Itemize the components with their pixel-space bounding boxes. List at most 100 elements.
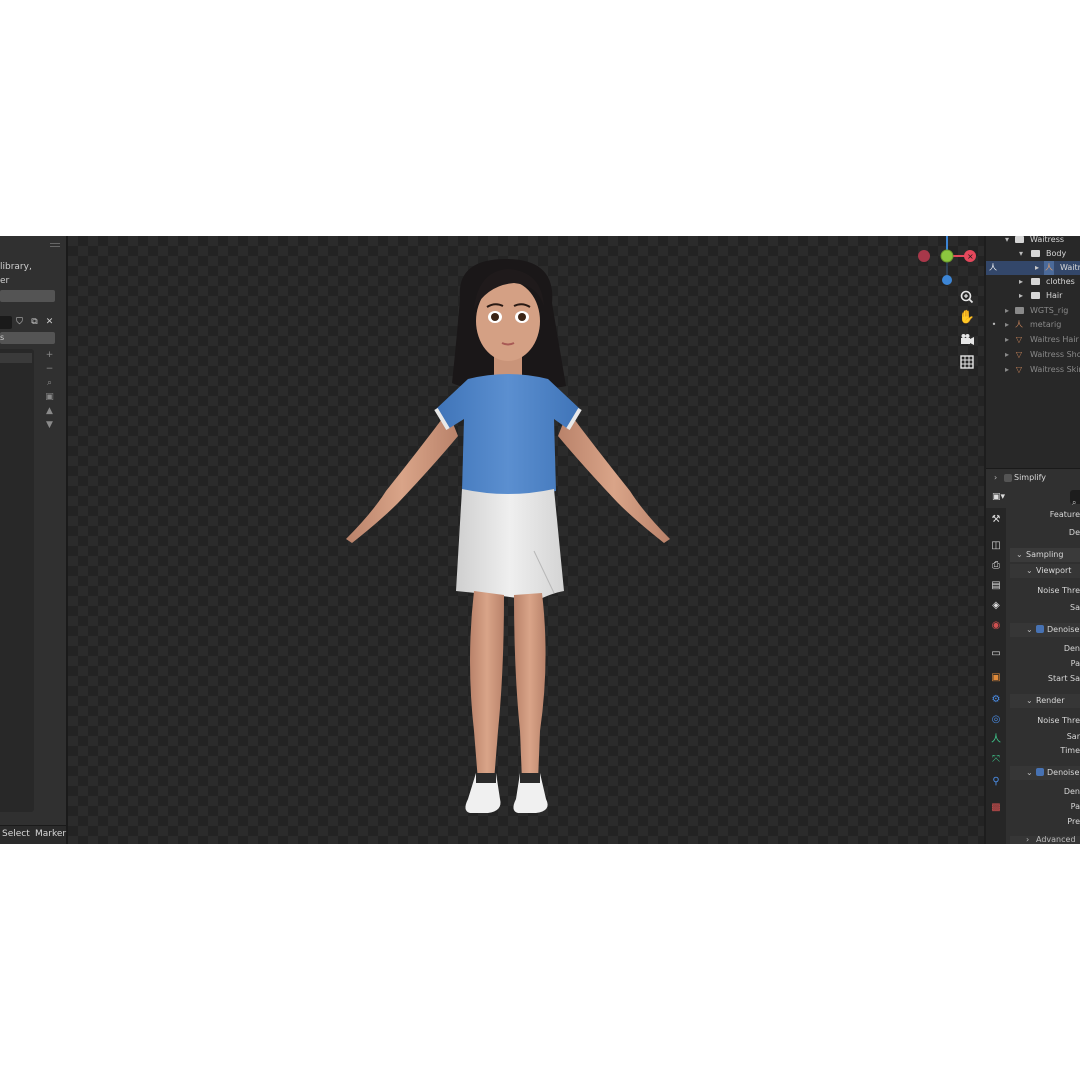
collection-icon <box>1014 304 1024 318</box>
close-icon[interactable]: ✕ <box>44 317 55 328</box>
disclosure-closed-icon[interactable]: ▸ <box>1016 289 1026 303</box>
zoom-icon[interactable] <box>957 287 977 307</box>
property-row: Start Sa <box>1010 672 1080 686</box>
chevron-down-icon: ⌄ <box>1026 696 1033 705</box>
hand-pan-icon[interactable]: ✋ <box>957 308 977 328</box>
panel-dropdown[interactable]: s <box>0 332 55 344</box>
render-subpanel-header[interactable]: ⌄ Render <box>1010 694 1080 708</box>
asset-list[interactable] <box>0 349 34 812</box>
data-icon[interactable]: ⚲ <box>990 776 1002 788</box>
collection-icon <box>1014 236 1024 247</box>
outliner-row[interactable]: ▸ ▽ Waitres Hair <box>986 333 1080 347</box>
svg-text:×: × <box>967 252 974 261</box>
outliner-label: Waitress Shoe <box>1030 350 1080 359</box>
disclosure-closed-icon[interactable]: ▸ <box>1002 318 1012 332</box>
property-row: Den <box>1010 642 1080 656</box>
select-menu[interactable]: Select <box>2 829 30 839</box>
outliner-label: Waitress Skin <box>1030 365 1080 374</box>
disclosure-closed-icon[interactable]: ▸ <box>1016 275 1026 289</box>
particles-icon[interactable]: ◎ <box>990 714 1002 726</box>
modifier-icon[interactable]: ⚙ <box>990 694 1002 706</box>
timeline-header: Select Marker <box>0 825 66 844</box>
list-item[interactable] <box>0 353 32 363</box>
outliner-row[interactable]: ▸ clothes <box>986 275 1080 289</box>
physics-icon[interactable]: ⼈ <box>990 734 1002 746</box>
search-icon: ⌕ <box>1072 498 1077 507</box>
denoise-subpanel-header[interactable]: ⌄ Denoise <box>1010 766 1080 780</box>
panel-text-field[interactable] <box>0 290 55 302</box>
disclosure-open-icon[interactable]: ▾ <box>1002 236 1012 247</box>
collection-icon <box>1030 247 1040 261</box>
outliner-row[interactable]: ▸ WGTS_rig <box>986 304 1080 318</box>
grid-icon[interactable] <box>957 352 977 372</box>
panel-drag-handle[interactable] <box>50 243 60 247</box>
start-sample-label: Start Sa <box>1047 674 1080 683</box>
asset-side-panel: library, er ⛉ ⧉ ✕ s + − ⌕ ▣ ▲ ▼ Select M… <box>0 236 68 844</box>
render-icon[interactable]: ◫ <box>990 540 1002 552</box>
property-row: Sar <box>1010 730 1080 744</box>
object-icon[interactable]: ▣ <box>990 672 1002 684</box>
outliner-label: Waitr <box>1060 263 1080 272</box>
denoiser-label: Den <box>1063 787 1080 796</box>
simplify-checkbox[interactable] <box>1004 474 1012 482</box>
navigation-gizmo[interactable]: × <box>914 236 984 292</box>
move-down-icon[interactable]: ▼ <box>44 420 55 431</box>
outliner-row-selected[interactable]: ⼈ ▸ ⼈ Waitr <box>986 261 1080 275</box>
outliner-row[interactable]: • ▸ ⼈ metarig <box>986 318 1080 332</box>
denoise-subpanel-header[interactable]: ⌄ Denoise <box>1010 623 1080 637</box>
denoise-checkbox[interactable] <box>1036 766 1046 780</box>
disclosure-closed-icon[interactable]: ▸ <box>1002 348 1012 362</box>
camera-icon[interactable] <box>957 330 977 350</box>
disclosure-open-icon[interactable]: ▾ <box>1016 247 1026 261</box>
add-icon[interactable]: + <box>44 350 55 361</box>
outliner-row[interactable]: ▸ ▽ Waitress Shoe <box>986 348 1080 362</box>
3d-viewport[interactable]: × ✋ <box>68 236 984 844</box>
sampling-panel-header[interactable]: ⌄ Sampling <box>1010 548 1080 562</box>
property-row: De <box>1010 526 1080 540</box>
outliner-row[interactable]: ▸ Hair <box>986 289 1080 303</box>
property-row: Noise Thre <box>1010 584 1080 598</box>
disclosure-closed-icon[interactable]: ▸ <box>1002 304 1012 318</box>
view-layer-icon[interactable]: ▤ <box>990 580 1002 592</box>
duplicate-icon[interactable]: ⧉ <box>29 317 40 328</box>
samples-label: Sa <box>1070 603 1080 612</box>
passes-label: Pa <box>1070 802 1080 811</box>
properties-editor: ▣▾ ⌕ ⚒ ◫ ⎙ ▤ ◈ ◉ ▭ ▣ ⚙ ◎ ⼈ ⤧ ⚲ ▩ Feature… <box>986 486 1080 844</box>
mesh-icon: ▽ <box>1015 350 1023 359</box>
outliner-row[interactable]: ▾ Waitress <box>986 236 1080 247</box>
outliner-label: Hair <box>1046 291 1063 300</box>
armature-icon: ⼈ <box>1044 261 1054 275</box>
scene-icon[interactable]: ◈ <box>990 600 1002 612</box>
move-up-icon[interactable]: ▲ <box>44 406 55 417</box>
search-input[interactable]: ⌕ <box>1070 490 1080 507</box>
outliner-row[interactable]: ▾ Body <box>986 247 1080 261</box>
world-icon[interactable]: ◉ <box>990 620 1002 632</box>
prefilter-label: Pre <box>1067 817 1080 826</box>
outliner-row[interactable]: ▸ ▽ Waitress Skin <box>986 363 1080 377</box>
outliner-label: WGTS_rig <box>1030 306 1069 315</box>
shield-icon[interactable]: ⛉ <box>14 317 25 328</box>
visibility-dot-icon[interactable]: • <box>989 318 999 332</box>
denoise-checkbox[interactable] <box>1036 623 1046 637</box>
disclosure-closed-icon[interactable]: ▸ <box>1002 333 1012 347</box>
collection-icon[interactable]: ▭ <box>990 648 1002 660</box>
image-icon[interactable]: ▣ <box>44 392 55 403</box>
outliner[interactable]: ▾ Waitress ▾ Body ⼈ ▸ ⼈ Waitr ▸ clothes … <box>986 236 1080 468</box>
property-row: Sa <box>1010 601 1080 615</box>
marker-menu[interactable]: Marker <box>35 829 66 839</box>
advanced-subpanel-header[interactable]: › Advanced <box>1010 836 1080 844</box>
simplify-panel-header[interactable]: › Simplify <box>986 468 1080 487</box>
viewport-subpanel-header[interactable]: ⌄ Viewport <box>1010 564 1080 578</box>
editor-type-dropdown[interactable]: ▣▾ <box>992 490 1014 504</box>
constraint-icon[interactable]: ⤧ <box>990 754 1002 766</box>
tool-icon[interactable]: ⚒ <box>990 514 1002 526</box>
eyedropper-icon[interactable]: ⌕ <box>44 378 55 389</box>
output-icon[interactable]: ⎙ <box>990 560 1002 572</box>
disclosure-closed-icon[interactable]: ▸ <box>1002 363 1012 377</box>
remove-icon[interactable]: − <box>44 364 55 375</box>
character-model[interactable] <box>328 251 688 826</box>
color-field[interactable] <box>0 316 12 329</box>
viewport-label: Viewport <box>1036 566 1072 575</box>
texture-icon[interactable]: ▩ <box>990 802 1002 814</box>
disclosure-closed-icon[interactable]: ▸ <box>1032 261 1042 275</box>
